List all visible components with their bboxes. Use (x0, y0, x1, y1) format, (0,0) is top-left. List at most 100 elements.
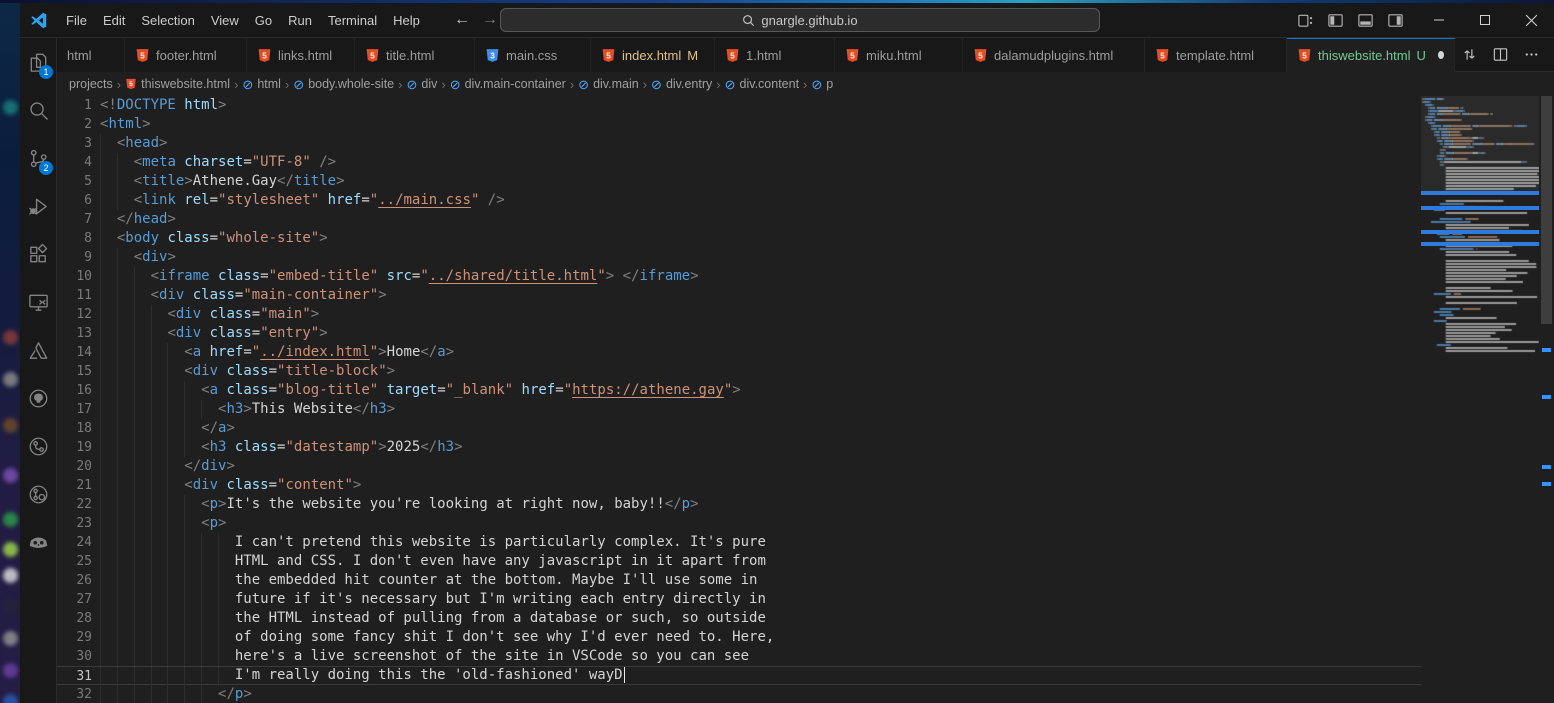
code-line-21[interactable]: 21 <div class="content"> (57, 476, 1421, 495)
line-number[interactable]: 16 (57, 381, 92, 400)
github-icon[interactable] (20, 374, 56, 422)
close-button[interactable] (1508, 3, 1554, 37)
open-changes-icon[interactable] (1461, 46, 1478, 63)
more-actions-icon[interactable] (1523, 46, 1540, 63)
explorer-icon[interactable]: 1 (20, 38, 56, 86)
line-number[interactable]: 30 (57, 647, 92, 666)
line-number[interactable]: 10 (57, 267, 92, 286)
line-number[interactable]: 28 (57, 609, 92, 628)
breadcrumb-item-div.main-container[interactable]: ⊘div.main-container (450, 77, 566, 91)
code-line-31[interactable]: 31 I'm really doing this the 'old-fashio… (57, 666, 1421, 685)
toggle-primary-sidebar-icon[interactable] (1327, 12, 1344, 29)
tab-index.html[interactable]: 5index.htmlM (591, 38, 715, 72)
line-number[interactable]: 20 (57, 457, 92, 476)
gitlens-icon[interactable] (20, 470, 56, 518)
toggle-panel-icon[interactable] (1357, 12, 1374, 29)
source-control-icon[interactable]: 2 (20, 134, 56, 182)
breadcrumb-item-projects[interactable]: projects (69, 77, 113, 91)
git-graph-icon[interactable] (20, 422, 56, 470)
code-line-25[interactable]: 25 HTML and CSS. I don't even have any j… (57, 552, 1421, 571)
tab-thiswebsite.html[interactable]: 5thiswebsite.htmlU (1287, 38, 1455, 72)
godot-icon[interactable] (20, 518, 56, 566)
breadcrumb-item-div.content[interactable]: ⊘div.content (725, 77, 799, 91)
code-line-22[interactable]: 22 <p>It's the website you're looking at… (57, 495, 1421, 514)
maximize-button[interactable] (1462, 3, 1508, 37)
line-number[interactable]: 23 (57, 514, 92, 533)
tab-1.html[interactable]: 51.html (715, 38, 835, 72)
line-number[interactable]: 31 (57, 667, 92, 686)
line-number[interactable]: 32 (57, 685, 92, 703)
breadcrumb-item-div.entry[interactable]: ⊘div.entry (651, 77, 712, 91)
code-line-18[interactable]: 18 </a> (57, 419, 1421, 438)
run-debug-icon[interactable] (20, 182, 56, 230)
breadcrumb-item-p[interactable]: ⊘p (811, 77, 833, 91)
line-number[interactable]: 4 (57, 153, 92, 172)
line-number[interactable]: 26 (57, 571, 92, 590)
search-icon[interactable] (20, 86, 56, 134)
line-number[interactable]: 15 (57, 362, 92, 381)
navigate-forward-button[interactable]: → (482, 3, 498, 37)
command-center-search[interactable]: gnargle.github.io (500, 8, 1100, 32)
code-line-8[interactable]: 8 <body class="whole-site"> (57, 229, 1421, 248)
code-line-11[interactable]: 11 <div class="main-container"> (57, 286, 1421, 305)
line-number[interactable]: 9 (57, 248, 92, 267)
minimap-slider[interactable] (1421, 96, 1539, 192)
code-line-23[interactable]: 23 <p> (57, 514, 1421, 533)
line-number[interactable]: 18 (57, 419, 92, 438)
code-line-1[interactable]: 1<!DOCTYPE html> (57, 96, 1421, 115)
code-line-28[interactable]: 28 the HTML instead of pulling from a da… (57, 609, 1421, 628)
line-number[interactable]: 5 (57, 172, 92, 191)
breadcrumb-item-div[interactable]: ⊘div (406, 77, 437, 91)
menu-run[interactable]: Run (280, 13, 320, 28)
code-line-6[interactable]: 6 <link rel="stylesheet" href="../main.c… (57, 191, 1421, 210)
line-number[interactable]: 21 (57, 476, 92, 495)
line-number[interactable]: 7 (57, 210, 92, 229)
tab-dalamudplugins.html[interactable]: 5dalamudplugins.html (963, 38, 1145, 72)
line-number[interactable]: 17 (57, 400, 92, 419)
line-number[interactable]: 27 (57, 590, 92, 609)
breadcrumb-item-body.whole-site[interactable]: ⊘body.whole-site (293, 77, 394, 91)
code-line-17[interactable]: 17 <h3>This Website</h3> (57, 400, 1421, 419)
code-line-20[interactable]: 20 </div> (57, 457, 1421, 476)
tab-template.html[interactable]: 5template.html (1145, 38, 1287, 72)
code-line-9[interactable]: 9 <div> (57, 248, 1421, 267)
code-line-3[interactable]: 3 <head> (57, 134, 1421, 153)
code-line-16[interactable]: 16 <a class="blog-title" target="_blank"… (57, 381, 1421, 400)
code-area[interactable]: 1<!DOCTYPE html>2<html>3 <head>4 <meta c… (57, 96, 1421, 703)
menu-terminal[interactable]: Terminal (320, 13, 385, 28)
code-line-12[interactable]: 12 <div class="main"> (57, 305, 1421, 324)
breadcrumb-item-div.main[interactable]: ⊘div.main (578, 77, 639, 91)
code-line-27[interactable]: 27 future if it's necessary but I'm writ… (57, 590, 1421, 609)
azure-icon[interactable] (20, 326, 56, 374)
line-number[interactable]: 2 (57, 115, 92, 134)
code-line-14[interactable]: 14 <a href="../index.html">Home</a> (57, 343, 1421, 362)
code-line-4[interactable]: 4 <meta charset="UTF-8" /> (57, 153, 1421, 172)
code-line-5[interactable]: 5 <title>Athene.Gay</title> (57, 172, 1421, 191)
customize-layout-icon[interactable] (1297, 12, 1314, 29)
extensions-icon[interactable] (20, 230, 56, 278)
code-line-2[interactable]: 2<html> (57, 115, 1421, 134)
line-number[interactable]: 1 (57, 96, 92, 115)
line-number[interactable]: 12 (57, 305, 92, 324)
menu-go[interactable]: Go (247, 13, 280, 28)
scrollbar-slider[interactable] (1541, 96, 1552, 324)
breadcrumb-item-html[interactable]: ⊘html (242, 77, 281, 91)
line-number[interactable]: 8 (57, 229, 92, 248)
code-line-13[interactable]: 13 <div class="entry"> (57, 324, 1421, 343)
navigate-back-button[interactable]: ← (454, 3, 470, 37)
code-line-10[interactable]: 10 <iframe class="embed-title" src="../s… (57, 267, 1421, 286)
line-number[interactable]: 11 (57, 286, 92, 305)
line-number[interactable]: 29 (57, 628, 92, 647)
toggle-secondary-sidebar-icon[interactable] (1387, 12, 1404, 29)
vertical-scrollbar[interactable] (1539, 96, 1554, 703)
menu-selection[interactable]: Selection (133, 13, 202, 28)
tab-footer.html[interactable]: 5footer.html (125, 38, 247, 72)
menu-edit[interactable]: Edit (95, 13, 133, 28)
minimize-button[interactable] (1416, 3, 1462, 37)
tab-links.html[interactable]: 5links.html (247, 38, 355, 72)
code-line-19[interactable]: 19 <h3 class="datestamp">2025</h3> (57, 438, 1421, 457)
split-editor-icon[interactable] (1492, 46, 1509, 63)
code-line-26[interactable]: 26 the embedded hit counter at the botto… (57, 571, 1421, 590)
tab-html[interactable]: html (57, 38, 125, 72)
line-number[interactable]: 6 (57, 191, 92, 210)
